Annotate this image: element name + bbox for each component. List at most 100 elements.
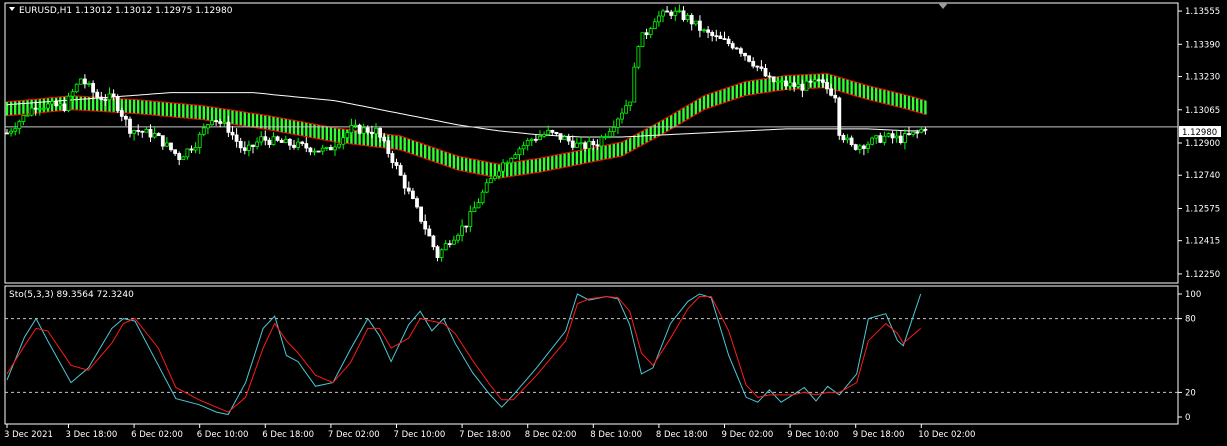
candle-body bbox=[169, 142, 173, 151]
candle-body bbox=[119, 110, 124, 117]
candle-body bbox=[255, 141, 260, 147]
candle-body bbox=[919, 128, 924, 133]
candle-body bbox=[759, 66, 764, 69]
candle-body bbox=[406, 187, 411, 192]
candle-body bbox=[677, 10, 682, 13]
candle-body bbox=[226, 121, 231, 133]
candle-body bbox=[698, 20, 702, 31]
candle-body bbox=[439, 249, 444, 258]
candle-body bbox=[685, 15, 690, 20]
candle-body bbox=[46, 103, 50, 109]
candle-body bbox=[661, 10, 665, 17]
candle-body bbox=[103, 99, 108, 101]
candle-body bbox=[337, 143, 342, 148]
candle-body bbox=[525, 140, 530, 146]
candle-body bbox=[316, 150, 321, 153]
candle-body bbox=[681, 10, 686, 20]
candle-body bbox=[780, 80, 784, 83]
candle-body bbox=[747, 55, 751, 62]
candle-body bbox=[521, 144, 526, 150]
price-tick-label: 1.13390 bbox=[1185, 40, 1220, 50]
candle-body bbox=[21, 114, 26, 123]
candle-body bbox=[476, 202, 481, 209]
candle-body bbox=[17, 121, 22, 130]
candle-body bbox=[464, 225, 469, 228]
time-tick-label: 8 Dec 10:00 bbox=[590, 430, 642, 440]
candle-body bbox=[349, 124, 354, 134]
candle-body bbox=[70, 91, 75, 97]
candle-body bbox=[579, 142, 583, 145]
candle-body bbox=[124, 115, 128, 120]
candle-body bbox=[644, 32, 649, 36]
candle-body bbox=[488, 178, 493, 184]
candle-body bbox=[894, 135, 899, 139]
candle-body bbox=[534, 138, 538, 141]
time-tick-label: 6 Dec 02:00 bbox=[131, 430, 183, 440]
candle-body bbox=[271, 136, 276, 145]
candle-body bbox=[87, 83, 91, 85]
candle-body bbox=[160, 135, 165, 147]
candle-body bbox=[242, 147, 247, 151]
chart-canvas: 1.13555 1.13390 1.13230 1.13065 1.12900 1.127… bbox=[0, 0, 1227, 446]
candle-body bbox=[689, 15, 694, 25]
candle-body bbox=[427, 228, 432, 237]
candle-body bbox=[144, 128, 149, 133]
candle-body bbox=[870, 137, 874, 145]
candle-body bbox=[423, 220, 428, 230]
candle-body bbox=[513, 154, 518, 159]
time-tick-label: 9 Dec 18:00 bbox=[853, 430, 905, 440]
candle-body bbox=[611, 126, 616, 133]
candle-body bbox=[903, 133, 907, 144]
candle-body bbox=[706, 29, 710, 33]
candle-body bbox=[357, 124, 362, 134]
candle-body bbox=[825, 82, 829, 90]
candle-body bbox=[164, 142, 169, 147]
candle-body bbox=[575, 142, 579, 148]
candle-body bbox=[763, 68, 768, 77]
candle-body bbox=[386, 140, 391, 154]
time-tick-label: 6 Dec 10:00 bbox=[197, 430, 249, 440]
candle-body bbox=[91, 83, 95, 93]
candle-body bbox=[829, 88, 833, 96]
candle-body bbox=[37, 108, 42, 110]
candle-body bbox=[743, 52, 747, 57]
candle-body bbox=[308, 147, 313, 153]
stochastic-header: Sto(5,3,3) 89.3564 72.3240 bbox=[9, 290, 134, 300]
candle-body bbox=[620, 112, 624, 120]
candle-body bbox=[210, 120, 214, 126]
candle-body bbox=[874, 135, 879, 139]
candle-body bbox=[320, 147, 325, 152]
candle-body bbox=[214, 120, 219, 123]
time-tick-label: 10 Dec 02:00 bbox=[918, 430, 975, 440]
candle-body bbox=[234, 134, 239, 142]
candle-body bbox=[853, 144, 858, 150]
candle-body bbox=[603, 136, 608, 139]
candle-body bbox=[788, 82, 792, 87]
candle-body bbox=[312, 150, 317, 153]
candle-body bbox=[792, 82, 797, 87]
candle-body bbox=[410, 190, 415, 200]
candle-body bbox=[394, 162, 399, 166]
candle-body bbox=[128, 118, 132, 134]
candle-body bbox=[201, 127, 206, 135]
candle-body bbox=[402, 174, 407, 189]
stochastic-tick-label: 80 bbox=[1185, 315, 1196, 325]
candle-body bbox=[640, 32, 645, 48]
candle-body bbox=[283, 138, 288, 143]
candle-body bbox=[546, 129, 551, 135]
candle-body bbox=[222, 121, 227, 124]
candle-body bbox=[837, 97, 842, 136]
candle-body bbox=[652, 21, 657, 30]
candle-body bbox=[230, 131, 235, 136]
candle-body bbox=[816, 79, 821, 82]
candle-body bbox=[583, 142, 587, 149]
candle-body bbox=[382, 136, 387, 142]
candle-body bbox=[538, 135, 542, 141]
candle-body bbox=[132, 130, 137, 134]
price-tick-label: 1.13555 bbox=[1185, 7, 1220, 17]
time-tick-label: 6 Dec 18:00 bbox=[262, 430, 314, 440]
candle-body bbox=[755, 65, 760, 68]
candle-body bbox=[435, 246, 440, 258]
candle-body bbox=[185, 148, 190, 158]
candle-body bbox=[328, 147, 333, 151]
